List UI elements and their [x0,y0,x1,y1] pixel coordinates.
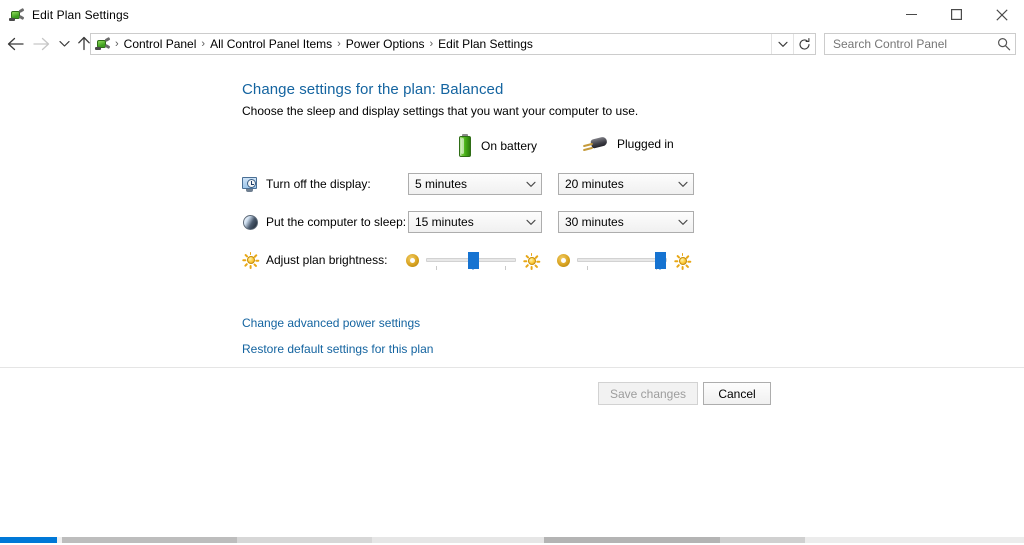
power-plug-icon [95,36,111,52]
slider-thumb[interactable] [467,252,479,270]
window-controls [889,0,1024,29]
cancel-button[interactable]: Cancel [703,382,771,405]
minimize-button[interactable] [889,0,934,29]
maximize-button[interactable] [934,0,979,29]
page-subtitle: Choose the sleep and display settings th… [242,104,639,118]
taskbar [0,528,1024,545]
breadcrumb-control-panel[interactable]: Control Panel [121,34,200,54]
slider-tick [505,266,506,270]
chevron-down-icon[interactable] [521,212,541,232]
dropdown-value: 30 minutes [565,215,624,229]
footer-bar: Save changes Cancel [0,368,1024,417]
taskbar-item[interactable] [237,537,372,543]
save-changes-button[interactable]: Save changes [598,382,698,405]
breadcrumb-all-control-panel-items[interactable]: All Control Panel Items [207,34,335,54]
setting-row-sleep: Put the computer to sleep: 15 minutes 30… [0,210,1024,234]
chevron-down-icon[interactable] [521,174,541,194]
search-icon[interactable] [993,34,1015,54]
sun-icon [241,251,259,269]
slider-track[interactable] [577,258,667,262]
page-title: Change settings for the plan: Balanced [242,81,504,98]
column-label-on-battery: On battery [481,139,538,153]
setting-label-turn-off-display: Turn off the display: [266,177,371,191]
taskbar-item[interactable] [372,537,544,543]
window-title: Edit Plan Settings [32,7,129,22]
navigation-bar: › Control Panel › All Control Panel Item… [0,29,1024,58]
dropdown-turn-off-display-battery[interactable]: 5 minutes [408,173,542,195]
dropdown-sleep-battery[interactable]: 15 minutes [408,211,542,233]
refresh-icon[interactable] [793,34,815,54]
slider-thumb[interactable] [654,252,666,270]
dim-brightness-icon [557,253,570,267]
moon-icon [242,214,259,231]
link-change-advanced-power-settings[interactable]: Change advanced power settings [242,316,420,330]
column-label-plugged-in: Plugged in [617,137,674,151]
column-headers: On battery Plugged in [0,134,1024,160]
bright-brightness-icon [522,252,540,270]
taskbar-item[interactable] [805,537,1024,543]
close-button[interactable] [979,0,1024,29]
brightness-slider-plugged[interactable] [577,248,667,272]
dropdown-sleep-plugged[interactable]: 30 minutes [558,211,694,233]
slider-tick [587,266,588,270]
dropdown-value: 15 minutes [415,215,474,229]
chevron-down-icon[interactable] [673,174,693,194]
breadcrumb-separator: › [115,38,119,50]
dim-brightness-icon [406,253,419,267]
breadcrumb-separator: › [337,38,341,50]
taskbar-item[interactable] [544,537,720,543]
brightness-slider-group-plugged [557,248,691,272]
dropdown-value: 5 minutes [415,177,468,191]
battery-icon [458,134,472,158]
power-plug-icon [582,134,608,154]
column-header-on-battery: On battery [458,134,537,158]
taskbar-item[interactable] [720,537,805,543]
chevron-down-icon[interactable] [771,34,793,54]
back-button[interactable] [2,31,28,57]
breadcrumb-separator: › [201,38,206,50]
breadcrumb-power-options[interactable]: Power Options [343,34,428,54]
title-bar: Edit Plan Settings [0,0,1024,29]
setting-label-brightness: Adjust plan brightness: [266,253,388,267]
column-header-plugged-in: Plugged in [582,134,674,154]
forward-button[interactable] [28,31,54,57]
chevron-down-icon[interactable] [673,212,693,232]
content-pane: Change settings for the plan: Balanced C… [0,58,1024,368]
brightness-slider-group-battery [406,248,540,272]
setting-label-sleep: Put the computer to sleep: [266,215,407,229]
taskbar-item[interactable] [62,537,237,543]
search-box[interactable] [824,33,1016,55]
search-input[interactable] [831,35,993,53]
display-clock-icon [242,176,259,193]
desktop-background [0,417,1024,528]
dropdown-value: 20 minutes [565,177,624,191]
recent-locations-button[interactable] [54,31,74,57]
dropdown-turn-off-display-plugged[interactable]: 20 minutes [558,173,694,195]
bright-brightness-icon [673,252,691,270]
setting-row-turn-off-display: Turn off the display: 5 minutes 20 minut… [0,172,1024,196]
taskbar-active-item[interactable] [0,537,57,543]
link-restore-default-settings[interactable]: Restore default settings for this plan [242,342,433,356]
slider-tick [436,266,437,270]
address-bar[interactable]: › Control Panel › All Control Panel Item… [90,33,816,55]
power-plug-icon [9,7,25,23]
breadcrumb-edit-plan-settings[interactable]: Edit Plan Settings [435,34,536,54]
brightness-slider-battery[interactable] [426,248,516,272]
setting-row-brightness: Adjust plan brightness: [0,248,1024,272]
breadcrumb-separator: › [429,38,434,50]
